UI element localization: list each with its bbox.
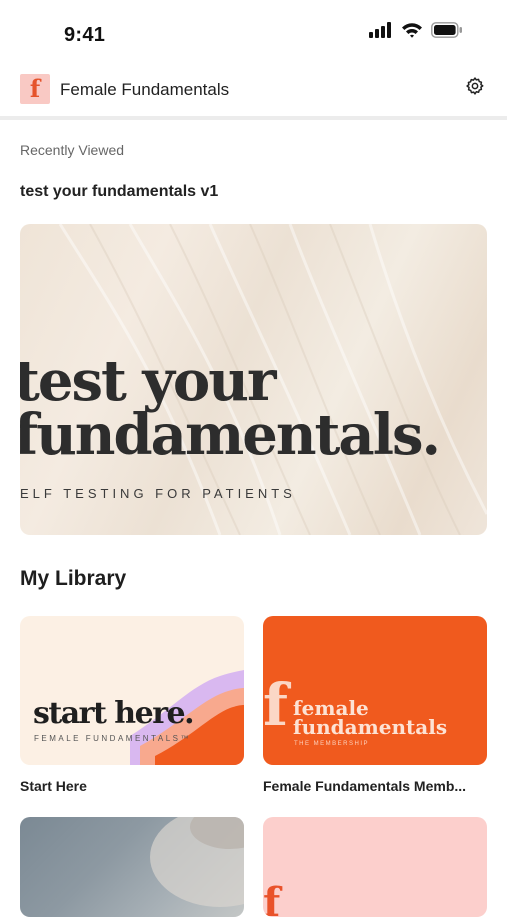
cellular-signal-icon xyxy=(369,22,393,43)
battery-icon xyxy=(431,22,463,43)
status-bar: 9:41 xyxy=(0,0,507,62)
library-heading: My Library xyxy=(20,567,127,590)
photo-shapes xyxy=(150,817,244,907)
wifi-icon xyxy=(401,22,423,43)
hero-subtitle: ELF TESTING FOR PATIENTS xyxy=(20,486,296,501)
status-time: 9:41 xyxy=(64,24,106,46)
app-header: f Female Fundamentals xyxy=(0,62,507,120)
library-card-caption[interactable]: Start Here xyxy=(20,778,87,794)
card-art-title: start here. xyxy=(33,696,195,731)
app-title: Female Fundamentals xyxy=(60,80,230,99)
card-art-subtitle: THE MEMBERSHIP xyxy=(294,741,370,747)
library-card-photo[interactable] xyxy=(20,817,244,917)
app-logo[interactable]: f xyxy=(20,74,50,104)
card-art-subtitle: FEMALE FUNDAMENTALS™ xyxy=(34,734,191,743)
library-card-caption[interactable]: Female Fundamentals Memb... xyxy=(263,778,466,794)
recent-item-title[interactable]: test your fundamentals v1 xyxy=(20,183,218,201)
recently-viewed-label: Recently Viewed xyxy=(20,142,125,158)
library-card-pink[interactable]: f xyxy=(263,817,487,917)
recent-item-card[interactable]: test your fundamentals. ELF TESTING FOR … xyxy=(20,224,487,535)
card-art-letter: f xyxy=(263,879,281,917)
card-art-title-2: fundamentals xyxy=(293,715,448,739)
library-card-membership[interactable]: f female fundamentals THE MEMBERSHIP xyxy=(263,616,487,765)
library-card-start-here[interactable]: start here. FEMALE FUNDAMENTALS™ xyxy=(20,616,244,765)
logo-letter: f xyxy=(29,74,41,103)
status-icons xyxy=(369,22,463,43)
card-art-letter: f xyxy=(263,671,288,739)
gear-icon xyxy=(465,76,485,101)
settings-button[interactable] xyxy=(461,74,489,102)
hero-line-2: fundamentals. xyxy=(20,402,441,468)
